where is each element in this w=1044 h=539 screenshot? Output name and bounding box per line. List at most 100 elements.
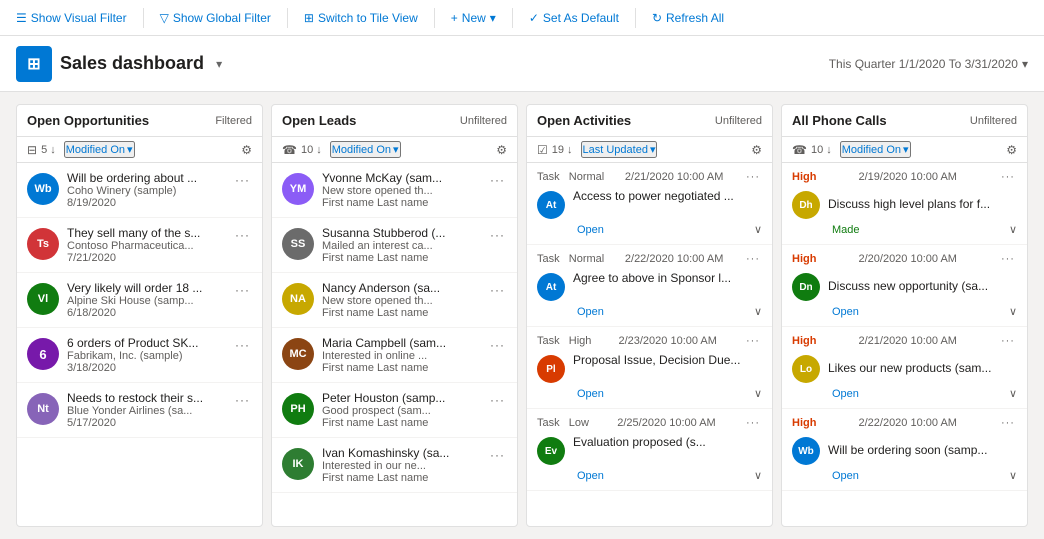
- avatar: Ev: [537, 437, 565, 465]
- more-options-icon[interactable]: ···: [744, 169, 762, 185]
- avatar: At: [537, 273, 565, 301]
- expand-icon[interactable]: ∨: [1009, 305, 1017, 318]
- table-row[interactable]: YM Yvonne McKay (sam... New store opened…: [272, 163, 517, 218]
- open-opportunities-header: Open Opportunities Filtered: [17, 105, 262, 137]
- table-row[interactable]: SS Susanna Stubberod (... Mailed an inte…: [272, 218, 517, 273]
- date-range[interactable]: This Quarter 1/1/2020 To 3/31/2020 ▾: [829, 57, 1028, 71]
- more-options-icon[interactable]: ···: [999, 169, 1017, 185]
- activity-datetime: 2/22/2020 10:00 AM: [625, 253, 723, 265]
- opportunities-count: 5 ↓: [41, 144, 56, 156]
- expand-icon[interactable]: ∨: [1009, 223, 1017, 236]
- table-row[interactable]: PH Peter Houston (samp... Good prospect …: [272, 383, 517, 438]
- activity-status: Open ∨: [537, 301, 762, 320]
- more-options-icon[interactable]: ···: [233, 336, 252, 354]
- avatar: Dn: [792, 273, 820, 301]
- show-global-filter-button[interactable]: ▽ Show Global Filter: [152, 7, 279, 29]
- more-options-icon[interactable]: ···: [744, 251, 762, 267]
- more-options-icon[interactable]: ···: [233, 281, 252, 299]
- activity-title: Evaluation proposed (s...: [573, 435, 762, 449]
- open-opportunities-status: Filtered: [215, 115, 252, 127]
- show-visual-filter-button[interactable]: ☰ Show Visual Filter: [8, 7, 135, 29]
- list-item[interactable]: Task High 2/23/2020 10:00 AM ··· Pl Prop…: [527, 327, 772, 409]
- date-range-label: This Quarter 1/1/2020 To 3/31/2020: [829, 57, 1018, 71]
- table-row[interactable]: Ts They sell many of the s... Contoso Ph…: [17, 218, 262, 273]
- table-row[interactable]: NA Nancy Anderson (sa... New store opene…: [272, 273, 517, 328]
- list-item[interactable]: High 2/22/2020 10:00 AM ··· Wb Will be o…: [782, 409, 1027, 491]
- activities-sort-button[interactable]: Last Updated ▾: [581, 141, 658, 158]
- page-title: Sales dashboard: [60, 53, 204, 74]
- card-date: 3/18/2020: [67, 362, 225, 374]
- activity-datetime: 2/25/2020 10:00 AM: [617, 417, 715, 429]
- list-item[interactable]: High 2/19/2020 10:00 AM ··· Dh Discuss h…: [782, 163, 1027, 245]
- status-label: Open: [577, 388, 604, 400]
- refresh-icon: ↻: [652, 11, 662, 25]
- title-chevron-icon[interactable]: ▾: [216, 57, 222, 71]
- table-row[interactable]: IK Ivan Komashinsky (sa... Interested in…: [272, 438, 517, 493]
- list-item[interactable]: High 2/21/2020 10:00 AM ··· Lo Likes our…: [782, 327, 1027, 409]
- calls-sort-button[interactable]: Modified On ▾: [840, 141, 911, 158]
- more-options-icon[interactable]: ···: [999, 415, 1017, 431]
- set-default-button[interactable]: ✓ Set As Default: [521, 7, 627, 29]
- list-item[interactable]: High 2/20/2020 10:00 AM ··· Dn Discuss n…: [782, 245, 1027, 327]
- expand-icon[interactable]: ∨: [1009, 387, 1017, 400]
- more-options-icon[interactable]: ···: [744, 415, 762, 431]
- more-options-icon[interactable]: ···: [488, 171, 507, 189]
- table-row[interactable]: Wb Will be ordering about ... Coho Winer…: [17, 163, 262, 218]
- all-phone-calls-subheader: ☎ 10 ↓ Modified On ▾ ⚙: [782, 137, 1027, 163]
- table-row[interactable]: MC Maria Campbell (sam... Interested in …: [272, 328, 517, 383]
- opportunities-sort-button[interactable]: Modified On ▾: [64, 141, 135, 158]
- switch-tile-view-button[interactable]: ⊞ Switch to Tile View: [296, 7, 426, 29]
- list-item[interactable]: Task Normal 2/21/2020 10:00 AM ··· At Ac…: [527, 163, 772, 245]
- list-item[interactable]: Task Low 2/25/2020 10:00 AM ··· Ev Evalu…: [527, 409, 772, 491]
- expand-icon[interactable]: ∨: [754, 469, 762, 482]
- leads-sort-button[interactable]: Modified On ▾: [330, 141, 401, 158]
- new-button[interactable]: + New ▾: [443, 7, 504, 29]
- more-options-icon[interactable]: ···: [488, 391, 507, 409]
- tile-view-label: Switch to Tile View: [318, 11, 418, 25]
- opportunities-list: Wb Will be ordering about ... Coho Winer…: [17, 163, 262, 526]
- more-options-icon[interactable]: ···: [233, 226, 252, 244]
- expand-icon[interactable]: ∨: [754, 387, 762, 400]
- more-options-icon[interactable]: ···: [233, 391, 252, 409]
- activity-header: Task Normal 2/21/2020 10:00 AM ···: [537, 169, 762, 185]
- more-options-icon[interactable]: ···: [488, 226, 507, 244]
- more-options-icon[interactable]: ···: [233, 171, 252, 189]
- refresh-button[interactable]: ↻ Refresh All: [644, 7, 732, 29]
- table-row[interactable]: Vl Very likely will order 18 ... Alpine …: [17, 273, 262, 328]
- more-options-icon[interactable]: ···: [488, 336, 507, 354]
- avatar: At: [537, 191, 565, 219]
- activity-body: Pl Proposal Issue, Decision Due...: [537, 353, 762, 383]
- call-status: Open ∨: [792, 383, 1017, 402]
- card-content: Maria Campbell (sam... Interested in onl…: [322, 336, 480, 374]
- activities-list: Task Normal 2/21/2020 10:00 AM ··· At Ac…: [527, 163, 772, 526]
- more-options-icon[interactable]: ···: [999, 251, 1017, 267]
- all-phone-calls-status: Unfiltered: [970, 115, 1017, 127]
- avatar: PH: [282, 393, 314, 425]
- activity-header: Task High 2/23/2020 10:00 AM ···: [537, 333, 762, 349]
- opportunities-filter-icon[interactable]: ⚙: [241, 143, 252, 157]
- card-title: Susanna Stubberod (...: [322, 226, 480, 240]
- card-content: 6 orders of Product SK... Fabrikam, Inc.…: [67, 336, 225, 374]
- activity-body: At Access to power negotiated ...: [537, 189, 762, 219]
- expand-icon[interactable]: ∨: [1009, 469, 1017, 482]
- all-phone-calls-column: All Phone Calls Unfiltered ☎ 10 ↓ Modifi…: [781, 104, 1028, 527]
- leads-filter-icon[interactable]: ⚙: [496, 143, 507, 157]
- card-content: Nancy Anderson (sa... New store opened t…: [322, 281, 480, 319]
- avatar: YM: [282, 173, 314, 205]
- table-row[interactable]: 6 6 orders of Product SK... Fabrikam, In…: [17, 328, 262, 383]
- open-leads-subheader: ☎ 10 ↓ Modified On ▾ ⚙: [272, 137, 517, 163]
- more-options-icon[interactable]: ···: [488, 281, 507, 299]
- expand-icon[interactable]: ∨: [754, 223, 762, 236]
- activities-filter-icon[interactable]: ⚙: [751, 143, 762, 157]
- activity-status: Open ∨: [537, 219, 762, 238]
- card-subtitle: Alpine Ski House (samp...: [67, 295, 225, 307]
- list-item[interactable]: Task Normal 2/22/2020 10:00 AM ··· At Ag…: [527, 245, 772, 327]
- more-options-icon[interactable]: ···: [488, 446, 507, 464]
- calls-filter-icon[interactable]: ⚙: [1006, 143, 1017, 157]
- table-row[interactable]: Nt Needs to restock their s... Blue Yond…: [17, 383, 262, 438]
- expand-icon[interactable]: ∨: [754, 305, 762, 318]
- more-options-icon[interactable]: ···: [999, 333, 1017, 349]
- call-status: Open ∨: [792, 465, 1017, 484]
- more-options-icon[interactable]: ···: [744, 333, 762, 349]
- phone-icon: ☎: [792, 143, 807, 157]
